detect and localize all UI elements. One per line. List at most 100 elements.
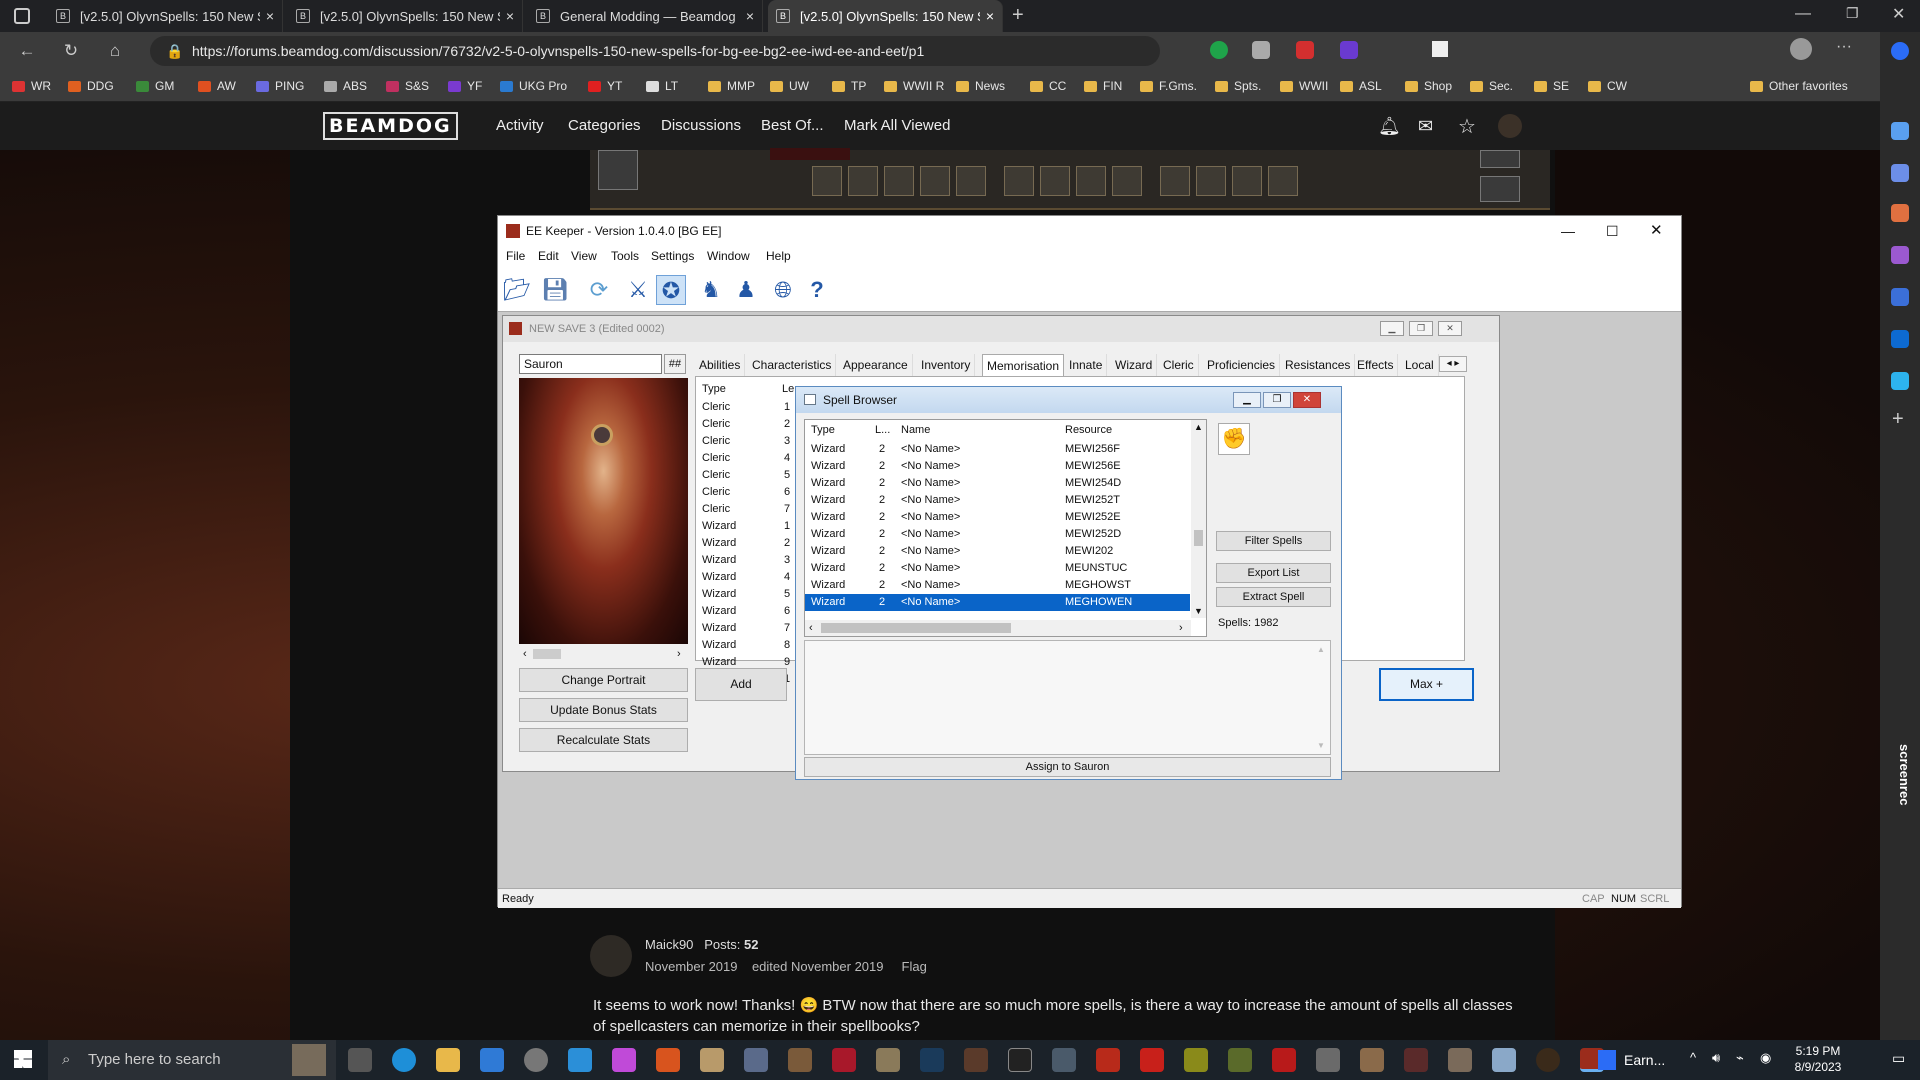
tray-app-icon[interactable]: ◉ [1760,1050,1771,1066]
spell-list-hscroll[interactable]: ‹ › [805,620,1191,636]
earn-taskbar-item[interactable]: Earn... [1596,1040,1665,1080]
tab-effects[interactable]: Effects [1353,354,1399,376]
memorisation-row-type[interactable]: Cleric [702,450,730,467]
beamdog-logo[interactable]: BEAMDOG [323,112,458,140]
memorisation-row-type[interactable]: Wizard [702,620,736,637]
tools-icon[interactable] [1891,204,1909,222]
menu-window[interactable]: Window [707,249,750,263]
favorite-link[interactable]: CC [1030,75,1066,97]
tab-scroll-arrows[interactable]: ◂ ▸ [1439,356,1467,372]
drop-icon[interactable] [1891,372,1909,390]
extension-icon[interactable] [1252,41,1270,59]
column-header-type[interactable]: Type [702,383,726,395]
app-icon[interactable] [1008,1048,1032,1072]
dialog-close-icon[interactable]: ✕ [1293,392,1321,408]
app-icon[interactable] [1228,1048,1252,1072]
steam-icon[interactable] [920,1048,944,1072]
scroll-thumb[interactable] [1194,530,1203,546]
extension-icon[interactable] [1340,41,1358,59]
favorite-link[interactable]: WWII R [884,75,944,97]
favorite-link[interactable]: FIN [1084,75,1122,97]
memorisation-row-type[interactable]: Cleric [702,433,730,450]
filter-spells-button[interactable]: Filter Spells [1216,531,1331,551]
author-avatar[interactable] [590,935,632,977]
back-icon[interactable]: ← [16,40,38,62]
app-icon[interactable] [1052,1048,1076,1072]
scroll-right-icon[interactable]: › [1179,620,1183,636]
memorisation-row-level[interactable]: 3 [784,433,790,450]
dialog-restore-icon[interactable]: ❐ [1263,392,1291,408]
other-favorites[interactable]: Other favorites [1750,75,1848,97]
nav-best-of[interactable]: Best Of... [761,102,824,150]
spell-row[interactable]: Wizard 2 <No Name> MEWI254D [805,475,1190,492]
memorisation-row-level[interactable]: 2 [784,535,790,552]
menu-help[interactable]: Help [766,249,791,263]
favorite-link[interactable]: CW [1588,75,1627,97]
notification-center-icon[interactable]: ▭ [1892,1050,1905,1067]
scroll-left-icon[interactable]: ‹ [809,620,813,636]
favorite-link[interactable]: Spts. [1215,75,1261,97]
app-icon[interactable] [1316,1048,1340,1072]
menu-view[interactable]: View [571,249,597,263]
m365-icon[interactable] [1891,288,1909,306]
extension-icon[interactable] [1432,41,1448,57]
tab-wizard[interactable]: Wizard [1111,354,1158,376]
flag-link[interactable]: Flag [902,959,927,974]
memorisation-row-level[interactable]: 3 [784,552,790,569]
tab-actions-icon[interactable] [14,8,30,24]
column-header-level[interactable]: L... [875,424,890,436]
child-minimize-icon[interactable]: ▁ [1380,321,1404,336]
spell-row-selected[interactable]: Wizard 2 <No Name> MEGHOWEN [805,594,1190,611]
menu-edit[interactable]: Edit [538,249,559,263]
favorite-link[interactable]: DDG [68,75,114,97]
app-icon[interactable] [964,1048,988,1072]
favorite-link[interactable]: ABS [324,75,367,97]
app-icon[interactable] [1448,1048,1472,1072]
favorite-link[interactable]: UKG Pro [500,75,567,97]
edge-icon[interactable] [392,1048,416,1072]
app-icon[interactable] [612,1048,636,1072]
memorisation-row-level[interactable]: 7 [784,620,790,637]
memorisation-row-level[interactable]: 6 [784,603,790,620]
close-icon[interactable]: ✕ [1650,216,1663,246]
spell-row[interactable]: Wizard 2 <No Name> MEWI202 [805,543,1190,560]
notifications-icon[interactable]: 🔔︎ [1378,116,1401,137]
tab-local[interactable]: Local [1401,354,1439,376]
column-header-resource[interactable]: Resource [1065,424,1112,436]
app-icon[interactable] [1184,1048,1208,1072]
memorisation-row-level[interactable]: 4 [784,450,790,467]
favorite-link[interactable]: YF [448,75,482,97]
favorite-link[interactable]: F.Gms. [1140,75,1197,97]
favorite-link[interactable]: S&S [386,75,429,97]
favorite-link[interactable]: YT [588,75,622,97]
menu-file[interactable]: File [506,249,525,263]
memorisation-row-level[interactable]: 1 [784,518,790,535]
memorisation-row-level[interactable]: 2 [784,416,790,433]
memorisation-row-type[interactable]: Wizard [702,603,736,620]
column-header-level[interactable]: Le [782,383,794,395]
tab-innate[interactable]: Innate [1065,354,1108,376]
memorisation-row-level[interactable]: 7 [784,501,790,518]
bookmarks-icon[interactable]: ☆ [1458,114,1476,139]
memorisation-row-type[interactable]: Wizard [702,552,736,569]
refresh-icon[interactable]: ⟳ [584,275,614,305]
memorisation-row-type[interactable]: Cleric [702,416,730,433]
network-icon[interactable]: ⌁ [1736,1050,1744,1066]
adblock-icon[interactable] [1296,41,1314,59]
tab-inventory[interactable]: Inventory [917,354,976,376]
profile-avatar[interactable] [1790,38,1812,60]
author-name[interactable]: Maick90 [645,937,693,952]
open-folder-icon[interactable]: 📂︎ [502,275,532,305]
portrait-scrollbar[interactable]: ‹ › [519,646,688,662]
file-explorer-icon[interactable] [436,1048,460,1072]
favorite-link[interactable]: GM [136,75,174,97]
app-icon[interactable] [656,1048,680,1072]
clock[interactable]: 5:19 PM 8/9/2023 [1786,1043,1850,1075]
restore-icon[interactable]: ❐ [1846,5,1859,22]
memorisation-row-level[interactable]: 8 [784,637,790,654]
menu-settings[interactable]: Settings [651,249,694,263]
spell-list-vscroll[interactable]: ▲ ▼ [1191,420,1206,618]
favorite-link[interactable]: WWII [1280,75,1328,97]
settings-icon[interactable] [524,1048,548,1072]
app-icon[interactable] [744,1048,768,1072]
